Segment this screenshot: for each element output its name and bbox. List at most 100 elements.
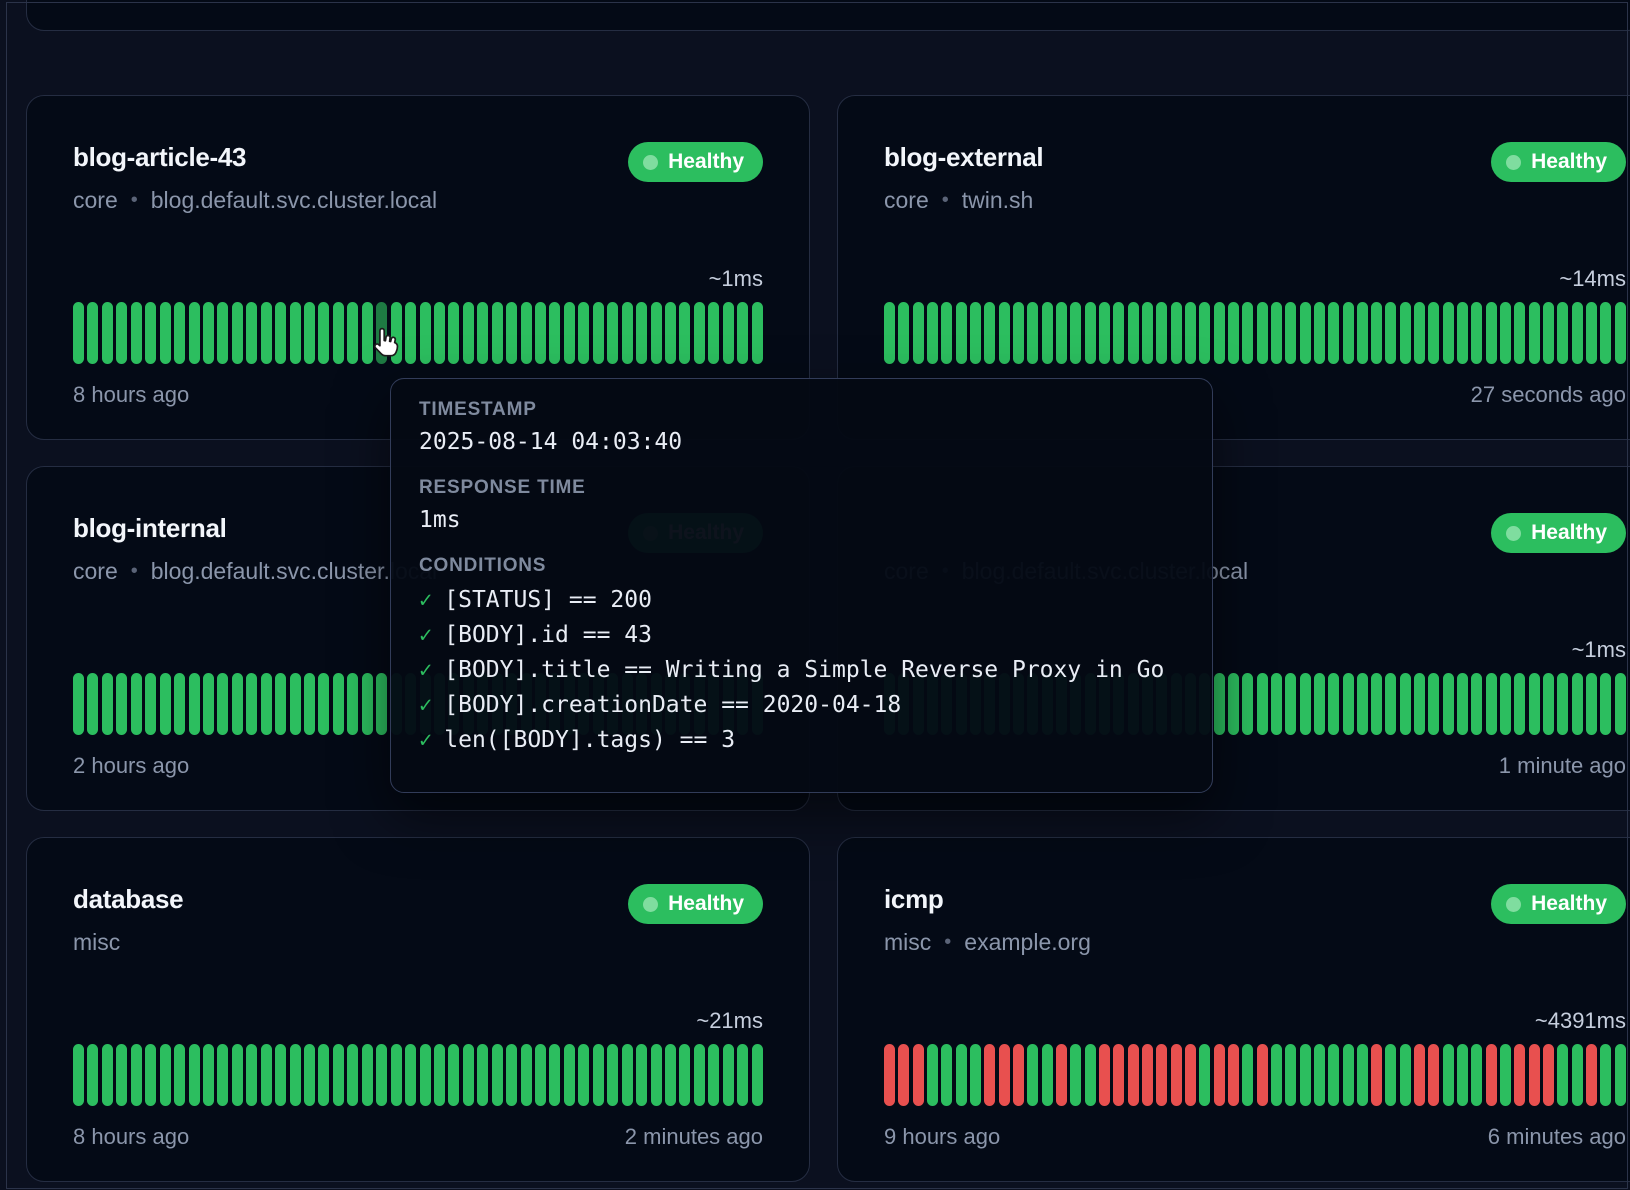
uptime-bar-up[interactable] [564,302,575,364]
uptime-bar-up[interactable] [723,302,734,364]
uptime-bar-up[interactable] [261,302,272,364]
uptime-bar-up[interactable] [116,1044,127,1106]
uptime-bar-up[interactable] [391,1044,402,1106]
uptime-bar-up[interactable] [434,302,445,364]
uptime-bar-up[interactable] [564,1044,575,1106]
uptime-bar-up[interactable] [970,1044,981,1106]
uptime-bar-up[interactable] [1615,1044,1626,1106]
uptime-bar-down[interactable] [913,1044,924,1106]
uptime-bar-up[interactable] [1557,1044,1568,1106]
uptime-bar-up[interactable] [333,673,344,735]
uptime-bar-up[interactable] [203,302,214,364]
uptime-bar-up[interactable] [1300,302,1311,364]
uptime-bar-up[interactable] [1615,673,1626,735]
uptime-bar-up[interactable] [448,302,459,364]
uptime-bar-up[interactable] [232,302,243,364]
uptime-bar-up[interactable] [1529,302,1540,364]
uptime-bar-up[interactable] [477,302,488,364]
uptime-bar-up[interactable] [535,1044,546,1106]
uptime-bar-down[interactable] [1113,1044,1124,1106]
uptime-bar-up[interactable] [145,673,156,735]
uptime-bar-up[interactable] [1357,673,1368,735]
uptime-bar-up[interactable] [318,673,329,735]
uptime-bar-up[interactable] [1257,673,1268,735]
uptime-bar-up[interactable] [318,1044,329,1106]
uptime-bar-down[interactable] [1214,1044,1225,1106]
uptime-bar-up[interactable] [1471,302,1482,364]
endpoint-card-database[interactable]: database Healthy misc ~21ms 8 hours ago … [26,837,810,1182]
uptime-bar-down[interactable] [1013,1044,1024,1106]
uptime-bar-up[interactable] [679,302,690,364]
uptime-bar-up[interactable] [927,1044,938,1106]
uptime-bar-up[interactable] [1457,673,1468,735]
uptime-bar-up[interactable] [405,1044,416,1106]
uptime-bar-up[interactable] [304,673,315,735]
uptime-bar-up[interactable] [1471,1044,1482,1106]
uptime-bar-up[interactable] [1328,1044,1339,1106]
uptime-bar-up[interactable] [970,302,981,364]
uptime-bar-up[interactable] [1113,302,1124,364]
uptime-bar-up[interactable] [1428,673,1439,735]
uptime-bar-up[interactable] [333,302,344,364]
uptime-bar-up[interactable] [434,1044,445,1106]
uptime-bar-up[interactable] [160,673,171,735]
uptime-bar-up[interactable] [723,1044,734,1106]
uptime-bar-up[interactable] [1199,1044,1210,1106]
uptime-bar-up[interactable] [956,1044,967,1106]
uptime-bar-up[interactable] [1271,302,1282,364]
uptime-bar-up[interactable] [304,1044,315,1106]
uptime-bar-up[interactable] [347,302,358,364]
uptime-bar-up[interactable] [246,673,257,735]
uptime-bar-up[interactable] [102,1044,113,1106]
uptime-bar-up[interactable] [1486,302,1497,364]
uptime-bar-up[interactable] [1285,302,1296,364]
uptime-bar-up[interactable] [232,673,243,735]
uptime-bar-up[interactable] [275,1044,286,1106]
uptime-bar-up[interactable] [636,1044,647,1106]
uptime-bar-up[interactable] [189,1044,200,1106]
uptime-bar-down[interactable] [1185,1044,1196,1106]
uptime-bar-up[interactable] [1600,673,1611,735]
uptime-bar-up[interactable] [420,302,431,364]
uptime-bar-down[interactable] [1142,1044,1153,1106]
uptime-bar-up[interactable] [651,302,662,364]
uptime-bar-down[interactable] [1099,1044,1110,1106]
uptime-bar-up[interactable] [1242,673,1253,735]
uptime-bar-up[interactable] [87,302,98,364]
uptime-bar-up[interactable] [694,1044,705,1106]
uptime-bar-up[interactable] [1457,1044,1468,1106]
uptime-bar-up[interactable] [1085,1044,1096,1106]
uptime-bar-up[interactable] [1271,673,1282,735]
uptime-bar-up[interactable] [1414,673,1425,735]
uptime-bar-up[interactable] [1428,302,1439,364]
uptime-bar-up[interactable] [1572,1044,1583,1106]
uptime-bar-down[interactable] [1056,1044,1067,1106]
uptime-bar-up[interactable] [607,302,618,364]
uptime-bar-up[interactable] [131,302,142,364]
uptime-bar-up[interactable] [1529,673,1540,735]
uptime-bar-up[interactable] [708,1044,719,1106]
uptime-bar-down[interactable] [999,1044,1010,1106]
uptime-bar-up[interactable] [217,673,228,735]
uptime-bar-down[interactable] [1529,1044,1540,1106]
uptime-bar-up[interactable] [1171,302,1182,364]
uptime-bar-up[interactable] [1500,673,1511,735]
uptime-bar-up[interactable] [362,302,373,364]
uptime-bar-down[interactable] [1428,1044,1439,1106]
uptime-bar-up[interactable] [1557,673,1568,735]
uptime-bar-up[interactable] [1242,1044,1253,1106]
uptime-bar-up[interactable] [1514,673,1525,735]
uptime-bar-up[interactable] [1343,673,1354,735]
uptime-bar-up[interactable] [1371,673,1382,735]
uptime-bar-up[interactable] [1400,1044,1411,1106]
uptime-bar-up[interactable] [174,302,185,364]
uptime-bar-up[interactable] [752,302,763,364]
uptime-bar-up[interactable] [1228,302,1239,364]
uptime-bar-up[interactable] [420,1044,431,1106]
uptime-bar-up[interactable] [1371,302,1382,364]
uptime-bar-up[interactable] [593,1044,604,1106]
uptime-bar-up[interactable] [941,1044,952,1106]
uptime-bar-up[interactable] [463,1044,474,1106]
uptime-bar-up[interactable] [999,302,1010,364]
uptime-bar-up[interactable] [1314,673,1325,735]
